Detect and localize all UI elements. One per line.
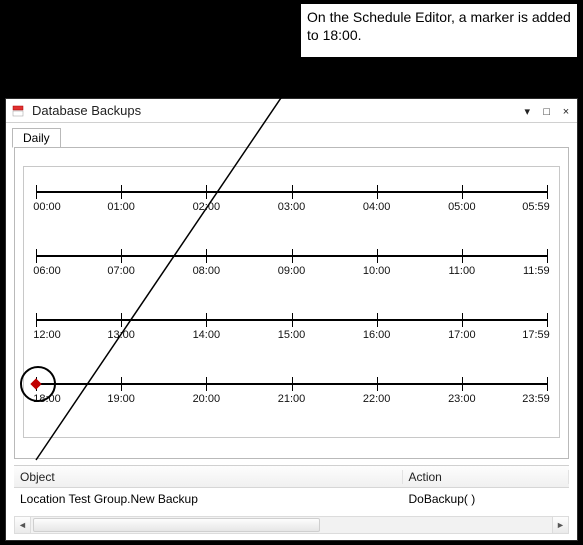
minimize-button[interactable]: ▾ xyxy=(520,105,534,118)
scroll-track[interactable] xyxy=(31,517,552,533)
timeline-tick-label: 23:59 xyxy=(522,393,550,405)
timeline-tick-label: 10:00 xyxy=(363,265,391,277)
timeline-tick-label: 05:59 xyxy=(522,201,550,213)
timeline-tick xyxy=(547,249,548,263)
timeline-tick xyxy=(121,185,122,199)
timeline-tick-label: 16:00 xyxy=(363,329,391,341)
maximize-button[interactable]: □ xyxy=(540,106,554,118)
timeline-tick-label: 09:00 xyxy=(278,265,306,277)
timeline-tick xyxy=(462,185,463,199)
timeline-tick-label: 01:00 xyxy=(107,201,135,213)
schedule-table: Object Action Location Test Group.New Ba… xyxy=(14,465,569,510)
timeline-tick xyxy=(462,249,463,263)
timeline-tick-label: 23:00 xyxy=(448,393,476,405)
cell-object: Location Test Group.New Backup xyxy=(14,492,403,506)
timeline-tick xyxy=(36,249,37,263)
timeline-tick-label: 08:00 xyxy=(193,265,221,277)
app-icon xyxy=(10,103,26,119)
timeline-tick xyxy=(547,377,548,391)
timeline-tick-label: 02:00 xyxy=(193,201,221,213)
col-header-object[interactable]: Object xyxy=(14,470,403,484)
scroll-left-button[interactable]: ◄ xyxy=(15,517,31,533)
close-button[interactable]: × xyxy=(559,106,573,118)
callout-text: On the Schedule Editor, a marker is adde… xyxy=(307,9,571,43)
timeline-tick xyxy=(377,249,378,263)
timeline-tick xyxy=(377,185,378,199)
timeline-tick xyxy=(121,313,122,327)
timeline-tick-label: 00:00 xyxy=(33,201,61,213)
schedule-editor-canvas[interactable]: 00:00 01:00 02:00 03:00 04:00 05:00 05:59 06:00… xyxy=(23,166,560,438)
timeline-tick-label: 05:00 xyxy=(448,201,476,213)
horizontal-scrollbar[interactable]: ◄ ► xyxy=(14,516,569,534)
timeline-tick-label: 17:00 xyxy=(448,329,476,341)
timeline-tick-label: 03:00 xyxy=(278,201,306,213)
titlebar[interactable]: Database Backups ▾ □ × xyxy=(6,99,577,123)
timeline-tick-label: 18:00 xyxy=(33,393,61,405)
timeline-tick-label: 04:00 xyxy=(363,201,391,213)
table-row[interactable]: Location Test Group.New Backup DoBackup(… xyxy=(14,488,569,510)
timeline-tick-label: 22:00 xyxy=(363,393,391,405)
timeline-tick-label: 11:59 xyxy=(523,265,550,277)
timeline-tick xyxy=(292,377,293,391)
timeline-tick xyxy=(206,185,207,199)
timeline-tick xyxy=(547,185,548,199)
timeline-tick-label: 07:00 xyxy=(107,265,135,277)
schedule-editor-window: Database Backups ▾ □ × Daily 00:0001:000… xyxy=(5,98,578,541)
timeline-tick-label: 17:59 xyxy=(522,329,550,341)
timeline-tick xyxy=(547,313,548,327)
timeline-row[interactable]: 00:00 01:00 02:00 03:00 04:00 05:00 05:59 xyxy=(36,183,547,219)
timeline-tick xyxy=(121,249,122,263)
timeline-row[interactable]: 12:00 13:00 14:00 15:00 16:00 17:00 17:59 xyxy=(36,311,547,347)
timeline-tick-label: 19:00 xyxy=(107,393,135,405)
timeline-row[interactable]: 18:00 19:00 20:00 21:00 22:00 23:00 23:59 xyxy=(36,375,547,411)
timeline-tick xyxy=(462,313,463,327)
timeline-tick-label: 21:00 xyxy=(278,393,306,405)
timeline-tick-label: 11:00 xyxy=(448,265,475,277)
timeline-tick xyxy=(206,249,207,263)
cell-action: DoBackup( ) xyxy=(403,492,570,506)
timeline-tick xyxy=(292,249,293,263)
timeline-tick xyxy=(206,377,207,391)
tab-daily[interactable]: Daily xyxy=(12,128,61,148)
timeline-tick-label: 06:00 xyxy=(33,265,61,277)
tab-bar: Daily xyxy=(6,123,577,147)
timeline-tick-label: 12:00 xyxy=(33,329,61,341)
timeline-tick-label: 20:00 xyxy=(193,393,221,405)
timeline-tick-label: 15:00 xyxy=(278,329,306,341)
timeline-tick-label: 14:00 xyxy=(193,329,221,341)
timeline-tick xyxy=(36,313,37,327)
schedule-editor-frame: 00:00 01:00 02:00 03:00 04:00 05:00 05:59 06:00… xyxy=(14,147,569,459)
timeline-tick-label: 13:00 xyxy=(107,329,135,341)
timeline-tick xyxy=(377,313,378,327)
window-title: Database Backups xyxy=(32,103,518,118)
callout-box: On the Schedule Editor, a marker is adde… xyxy=(300,3,578,58)
timeline-tick xyxy=(292,313,293,327)
timeline-tick xyxy=(462,377,463,391)
timeline-tick xyxy=(121,377,122,391)
col-header-action[interactable]: Action xyxy=(403,470,570,484)
schedule-marker[interactable] xyxy=(30,378,41,389)
timeline-tick xyxy=(206,313,207,327)
timeline-tick xyxy=(377,377,378,391)
table-header-row: Object Action xyxy=(14,466,569,488)
timeline-tick xyxy=(292,185,293,199)
scroll-right-button[interactable]: ► xyxy=(552,517,568,533)
tab-label: Daily xyxy=(23,131,50,145)
timeline-row[interactable]: 06:00 07:00 08:00 09:00 10:00 11:00 11:59 xyxy=(36,247,547,283)
scroll-thumb[interactable] xyxy=(33,518,320,532)
timeline-tick xyxy=(36,185,37,199)
